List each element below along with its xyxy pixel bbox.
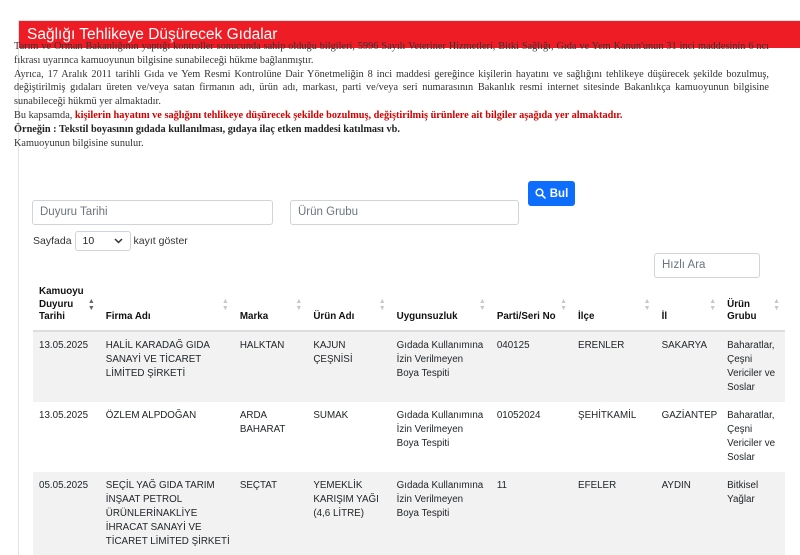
intro-warning: kişilerin hayatını ve sağlığını tehlikey… [74, 109, 623, 121]
table-header-row: Kamuoyu Duyuru Tarihi ▲ ▼ Firma Adı ▲ ▼ Mark… [33, 280, 785, 332]
intro-paragraph-2: Ayrıca, 17 Aralık 2011 tarihli Gıda ve Y… [14, 68, 769, 108]
length-suffix: kayıt göster [133, 235, 188, 247]
date-filter-input[interactable]: Duyuru Tarihi [32, 200, 273, 225]
column-header-firm[interactable]: Firma Adı ▲ ▼ [99, 280, 234, 332]
page-length-select[interactable]: 10 [74, 231, 131, 251]
sort-desc-icon: ▲ ▼ [87, 297, 95, 312]
column-header-brand[interactable]: Marka ▲ ▼ [233, 280, 308, 332]
sort-icon: ▲ ▼ [221, 297, 229, 312]
table-row: 13.05.2025 ÖZLEM ALPDOĞAN ARDA BAHARAT S… [33, 401, 785, 472]
table-row: 05.05.2025 SEÇİL YAĞ GIDA TARIM İNŞAAT P… [33, 471, 785, 555]
product-group-input[interactable]: Ürün Grubu [290, 200, 519, 225]
search-button[interactable]: Bul [528, 181, 575, 206]
search-icon [535, 188, 546, 199]
column-header-date[interactable]: Kamuoyu Duyuru Tarihi ▲ ▼ [33, 280, 100, 332]
sort-icon: ▲ ▼ [773, 297, 780, 312]
column-header-batch[interactable]: Parti/Seri No ▲ ▼ [490, 280, 573, 332]
column-header-province[interactable]: İl ▲ ▼ [655, 280, 722, 332]
column-header-group[interactable]: Ürün Grubu ▲ ▼ [721, 280, 785, 332]
intro-text: Tarım ve Orman Bakanlığının yaptığı kont… [14, 40, 769, 150]
column-header-district[interactable]: İlçe ▲ ▼ [572, 280, 656, 332]
column-header-product[interactable]: Ürün Adı ▲ ▼ [307, 280, 391, 332]
sort-icon: ▲ ▼ [643, 297, 651, 312]
column-header-nonconformity[interactable]: Uygunsuzluk ▲ ▼ [390, 280, 491, 332]
intro-closing: Kamuoyunun bilgisine sunulur. [14, 137, 144, 149]
page-length-control: Sayfada 10 kayıt göster [33, 231, 188, 251]
sort-icon: ▲ ▼ [478, 297, 486, 312]
sort-icon: ▲ ▼ [709, 297, 717, 312]
intro-paragraph-1: Tarım ve Orman Bakanlığının yaptığı kont… [14, 41, 769, 66]
sort-icon: ▲ ▼ [295, 297, 303, 312]
quick-search-input[interactable]: Hızlı Ara [654, 253, 760, 278]
intro-prefix: Bu kapsamda, [14, 109, 75, 121]
intro-example: Örneğin : Tekstil boyasının gıdada kulla… [14, 123, 400, 135]
sort-icon: ▲ ▼ [378, 297, 386, 312]
intro-paragraph-3: Bu kapsamda, kişilerin hayatını ve sağlı… [14, 109, 769, 123]
length-prefix: Sayfada [33, 235, 72, 247]
table-row: 13.05.2025 HALİL KARADAĞ GIDA SANAYİ VE … [33, 330, 785, 402]
search-button-label: Bul [549, 187, 569, 200]
chevron-down-icon [114, 238, 123, 244]
sort-icon: ▲ ▼ [560, 297, 568, 312]
food-alert-table: Kamuoyu Duyuru Tarihi ▲ ▼ Firma Adı ▲ ▼ Mark… [33, 280, 785, 555]
page-length-value: 10 [82, 235, 95, 247]
